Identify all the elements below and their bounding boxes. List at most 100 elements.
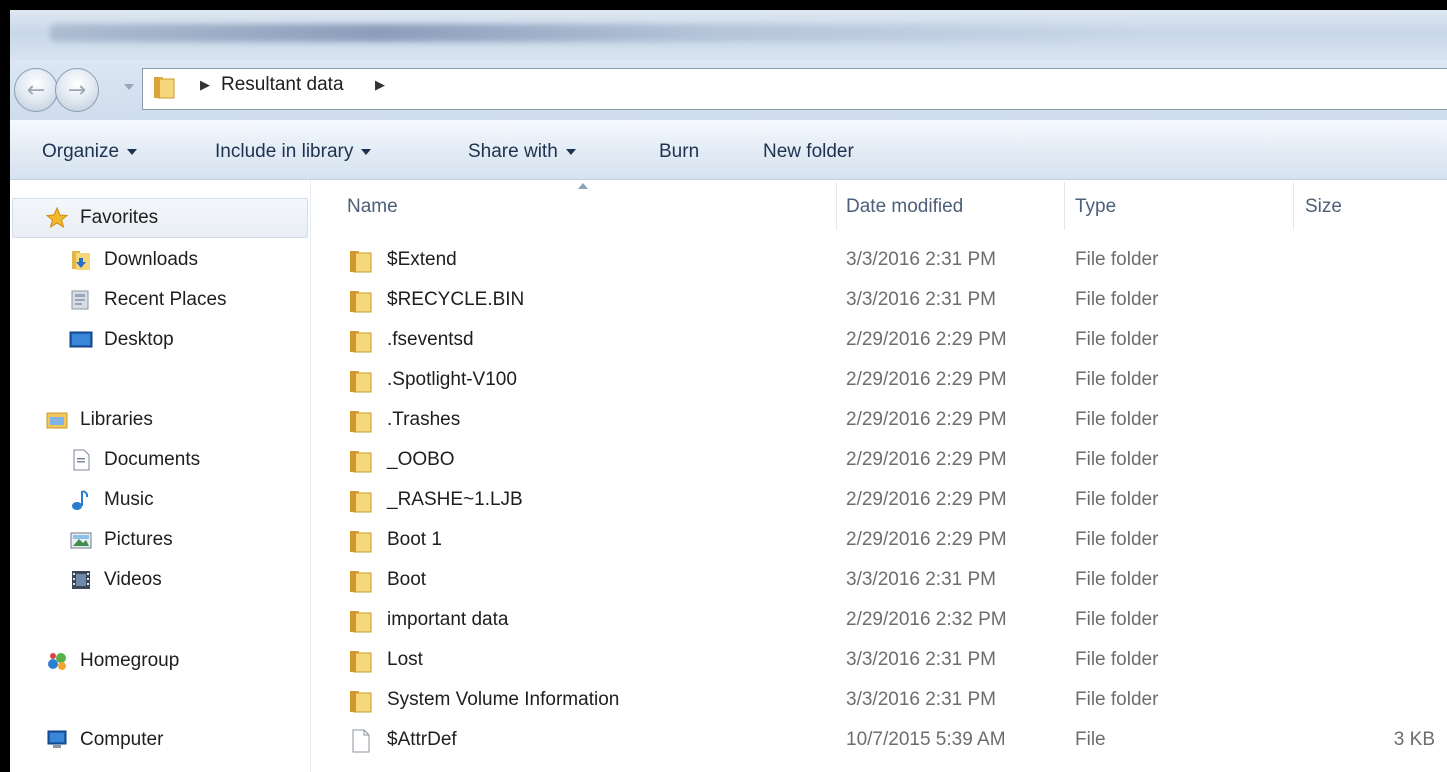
nav-computer[interactable]: Computer bbox=[44, 725, 163, 755]
nav-desktop[interactable]: Desktop bbox=[68, 325, 174, 355]
file-date-modified: 2/29/2016 2:29 PM bbox=[846, 529, 1007, 550]
file-date-modified: 3/3/2016 2:31 PM bbox=[846, 649, 996, 670]
folder-icon bbox=[350, 251, 372, 273]
burn-button[interactable]: Burn bbox=[659, 141, 699, 163]
table-row[interactable]: Boot 1 2/29/2016 2:29 PM File folder bbox=[311, 521, 1447, 561]
back-button[interactable]: ← bbox=[14, 68, 58, 112]
table-row[interactable]: $Extend 3/3/2016 2:31 PM File folder bbox=[311, 241, 1447, 281]
file-name: Boot 1 bbox=[387, 529, 442, 550]
include-in-library-button[interactable]: Include in library bbox=[215, 141, 372, 163]
nav-downloads[interactable]: Downloads bbox=[68, 245, 198, 275]
desktop-icon bbox=[69, 331, 93, 348]
folder-icon bbox=[350, 331, 372, 353]
file-date-modified: 2/29/2016 2:32 PM bbox=[846, 609, 1007, 630]
table-row[interactable]: System Volume Information 3/3/2016 2:31 P… bbox=[311, 681, 1447, 721]
column-header-name[interactable]: Name bbox=[347, 196, 398, 218]
column-divider[interactable] bbox=[1064, 182, 1065, 230]
file-name: $RECYCLE.BIN bbox=[387, 289, 525, 310]
file-name: important data bbox=[387, 609, 509, 630]
file-type: File bbox=[1075, 729, 1106, 750]
nav-documents-label: Documents bbox=[104, 449, 201, 470]
folder-icon bbox=[350, 691, 372, 713]
nav-music[interactable]: Music bbox=[68, 485, 154, 515]
breadcrumb-separator-icon[interactable]: ▶ bbox=[200, 78, 210, 93]
file-name: $AttrDef bbox=[387, 729, 457, 750]
folder-icon bbox=[350, 451, 372, 473]
share-with-label: Share with bbox=[468, 141, 558, 162]
file-name: $Extend bbox=[387, 249, 457, 270]
table-row[interactable]: .Spotlight-V100 2/29/2016 2:29 PM File fol… bbox=[311, 361, 1447, 401]
file-type: File folder bbox=[1075, 689, 1159, 710]
breadcrumb-resultant-data[interactable]: Resultant data bbox=[221, 74, 344, 96]
file-type: File folder bbox=[1075, 489, 1159, 510]
explorer-window: ← → ▶ Resultant data ▶ Organize Include … bbox=[0, 0, 1447, 772]
back-arrow-icon: ← bbox=[26, 77, 46, 103]
folder-icon bbox=[350, 531, 372, 553]
table-row[interactable]: _RASHE~1.LJB 2/29/2016 2:29 PM File folder bbox=[311, 481, 1447, 521]
file-type: File folder bbox=[1075, 609, 1159, 630]
file-type: File folder bbox=[1075, 329, 1159, 350]
file-date-modified: 3/3/2016 2:31 PM bbox=[846, 689, 996, 710]
pictures-icon bbox=[70, 532, 92, 549]
nav-pictures[interactable]: Pictures bbox=[68, 525, 173, 555]
column-header-date[interactable]: Date modified bbox=[846, 196, 963, 218]
nav-desktop-label: Desktop bbox=[104, 329, 174, 350]
table-row[interactable]: $RECYCLE.BIN 3/3/2016 2:31 PM File folder bbox=[311, 281, 1447, 321]
organize-button[interactable]: Organize bbox=[42, 141, 138, 163]
file-icon bbox=[352, 729, 370, 753]
recent-places-icon bbox=[71, 290, 89, 310]
nav-libraries-label: Libraries bbox=[80, 409, 153, 430]
share-with-button[interactable]: Share with bbox=[468, 141, 576, 163]
include-in-library-label: Include in library bbox=[215, 141, 354, 162]
documents-icon bbox=[73, 449, 90, 471]
screen-border-top bbox=[0, 0, 1447, 10]
nav-downloads-label: Downloads bbox=[104, 249, 198, 270]
downloads-icon bbox=[72, 251, 90, 270]
table-row[interactable]: .fseventsd 2/29/2016 2:29 PM File folder bbox=[311, 321, 1447, 361]
file-size: 3 KB bbox=[1393, 729, 1435, 750]
file-name: _RASHE~1.LJB bbox=[387, 489, 523, 510]
file-date-modified: 3/3/2016 2:31 PM bbox=[846, 249, 996, 270]
table-row[interactable]: _OOBO 2/29/2016 2:29 PM File folder bbox=[311, 441, 1447, 481]
file-name: Boot bbox=[387, 569, 427, 590]
file-name: _OOBO bbox=[387, 449, 455, 470]
table-row[interactable]: Boot 3/3/2016 2:31 PM File folder bbox=[311, 561, 1447, 601]
file-type: File folder bbox=[1075, 529, 1159, 550]
nav-recent-places-label: Recent Places bbox=[104, 289, 227, 310]
file-type: File folder bbox=[1075, 409, 1159, 430]
column-divider[interactable] bbox=[1293, 182, 1294, 230]
table-row[interactable]: Lost 3/3/2016 2:31 PM File folder bbox=[311, 641, 1447, 681]
file-date-modified: 2/29/2016 2:29 PM bbox=[846, 449, 1007, 470]
folder-icon bbox=[350, 411, 372, 433]
title-bar bbox=[10, 10, 1447, 60]
forward-button[interactable]: → bbox=[55, 68, 99, 112]
file-type: File folder bbox=[1075, 649, 1159, 670]
file-date-modified: 2/29/2016 2:29 PM bbox=[846, 369, 1007, 390]
breadcrumb-separator-icon[interactable]: ▶ bbox=[375, 78, 385, 93]
new-folder-button[interactable]: New folder bbox=[763, 141, 854, 163]
table-row[interactable]: important data 2/29/2016 2:32 PM File fold… bbox=[311, 601, 1447, 641]
star-icon bbox=[45, 206, 69, 229]
recent-pages-chevron-icon[interactable] bbox=[124, 84, 134, 90]
file-date-modified: 2/29/2016 2:29 PM bbox=[846, 329, 1007, 350]
videos-icon bbox=[72, 571, 90, 589]
column-divider[interactable] bbox=[836, 182, 837, 230]
nav-videos[interactable]: Videos bbox=[68, 565, 162, 595]
nav-favorites-label: Favorites bbox=[80, 207, 159, 228]
computer-icon bbox=[47, 730, 67, 748]
table-row[interactable]: $AttrDef 10/7/2015 5:39 AM File 3 KB bbox=[311, 721, 1447, 761]
column-header-type[interactable]: Type bbox=[1075, 196, 1116, 218]
sort-ascending-icon bbox=[578, 183, 588, 189]
title-bar-blur bbox=[50, 24, 1150, 42]
file-date-modified: 3/3/2016 2:31 PM bbox=[846, 289, 996, 310]
organize-label: Organize bbox=[42, 141, 120, 162]
nav-videos-label: Videos bbox=[104, 569, 162, 590]
column-header-size[interactable]: Size bbox=[1305, 196, 1342, 218]
nav-recent-places[interactable]: Recent Places bbox=[68, 285, 227, 315]
table-row[interactable]: .Trashes 2/29/2016 2:29 PM File folder bbox=[311, 401, 1447, 441]
nav-favorites[interactable]: Favorites bbox=[44, 203, 158, 233]
file-type: File folder bbox=[1075, 249, 1159, 270]
nav-documents[interactable]: Documents bbox=[68, 445, 200, 475]
nav-homegroup[interactable]: Homegroup bbox=[44, 646, 179, 676]
nav-libraries[interactable]: Libraries bbox=[44, 405, 153, 435]
